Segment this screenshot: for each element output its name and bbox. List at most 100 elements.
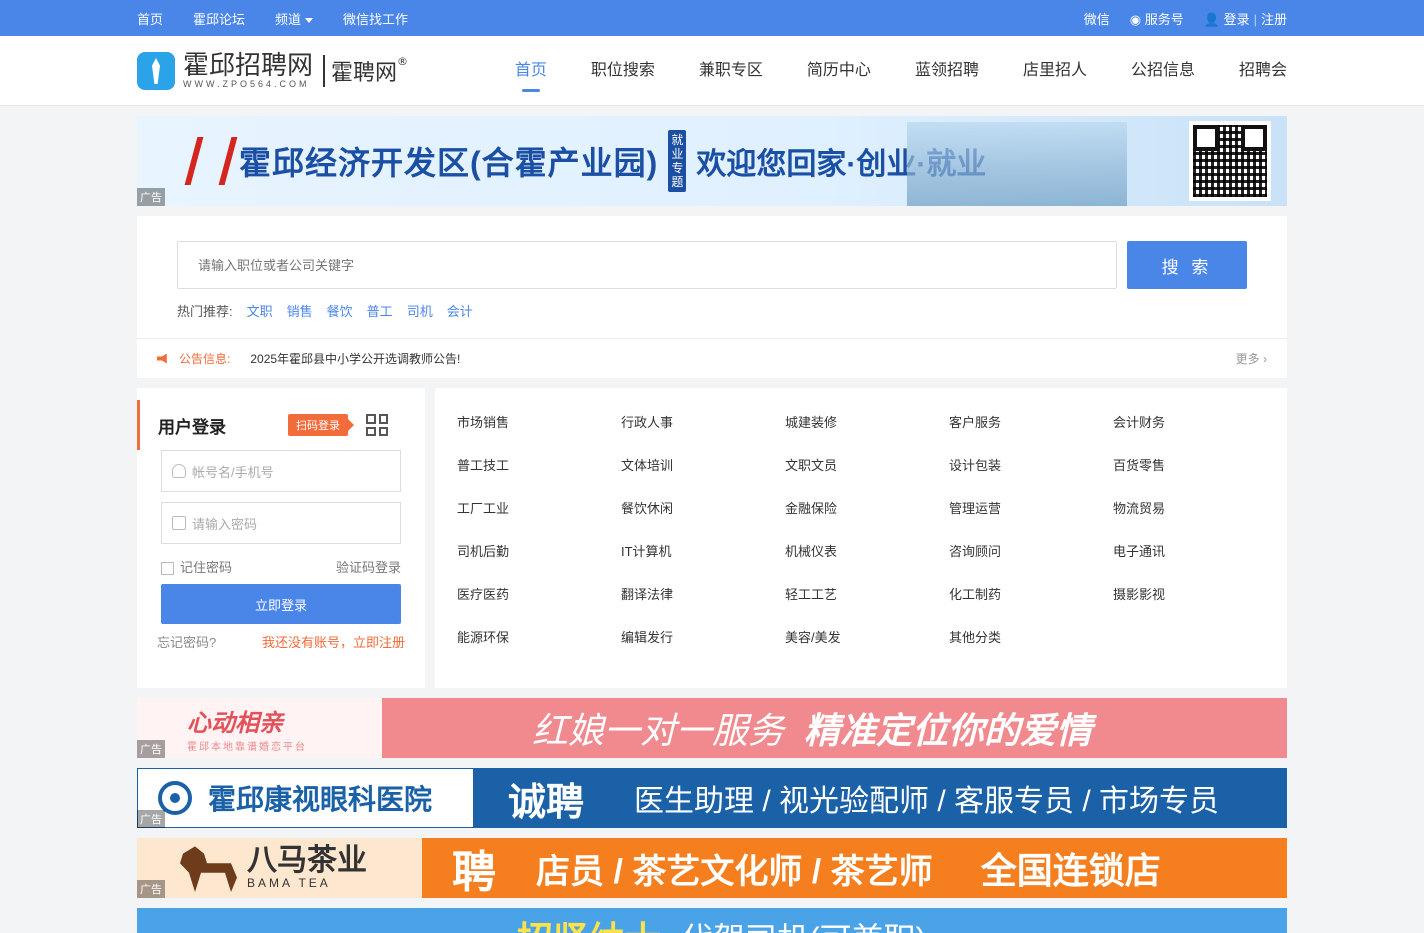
login-button[interactable]: 立即登录 <box>161 584 401 624</box>
scan-login-tag[interactable]: 扫码登录 <box>288 414 354 436</box>
category-link[interactable]: 普工技工 <box>457 455 621 498</box>
ad-hospital[interactable]: 霍邱康视眼科医院 诚聘 医生助理 / 视光验配师 / 客服专员 / 市场专员 广… <box>137 768 1287 828</box>
ad-tea[interactable]: 八马茶业 BAMA TEA 聘 店员 / 茶艺文化师 / 茶艺师 全国连锁店 广… <box>137 838 1287 898</box>
notice-link[interactable]: 2025年霍邱县中小学公开选调教师公告! <box>250 350 460 367</box>
category-link[interactable]: 文体培训 <box>621 455 785 498</box>
category-link[interactable]: IT计算机 <box>621 541 785 584</box>
category-link[interactable]: 设计包装 <box>949 455 1113 498</box>
hot-keyword[interactable]: 销售 <box>287 301 313 320</box>
ad-tea-roles: 店员 / 茶艺文化师 / 茶艺师 <box>536 852 933 891</box>
category-link[interactable]: 能源环保 <box>457 627 621 670</box>
wechat-link[interactable]: 微信 <box>1084 9 1110 28</box>
top-link-home[interactable]: 首页 <box>137 9 163 28</box>
top-link-forum[interactable]: 霍邱论坛 <box>193 9 245 28</box>
lock-icon <box>172 516 186 530</box>
hot-keyword[interactable]: 餐饮 <box>327 301 353 320</box>
top-link-wechat-jobs[interactable]: 微信找工作 <box>343 9 408 28</box>
category-link[interactable]: 司机后勤 <box>457 541 621 584</box>
register-link[interactable]: 注册 <box>1261 12 1287 27</box>
nav-public-recruit[interactable]: 公招信息 <box>1109 36 1217 106</box>
category-link[interactable]: 电子通讯 <box>1113 541 1277 584</box>
nav-home[interactable]: 首页 <box>493 36 569 106</box>
hot-keywords: 热门推荐: 文职 销售 餐饮 普工 司机 会计 <box>177 289 1247 338</box>
ad-dating[interactable]: 心动相亲 霍邱本地靠谱婚恋平台 红娘一对一服务 精准定位你的爱情 广告 <box>137 698 1287 758</box>
category-link[interactable]: 客户服务 <box>949 412 1113 455</box>
nav-part-time[interactable]: 兼职专区 <box>677 36 785 106</box>
wechat-icon: ◉ <box>1129 11 1142 27</box>
brand2-text: 霍聘网 <box>331 61 398 86</box>
category-link[interactable]: 物流贸易 <box>1113 498 1277 541</box>
category-link[interactable]: 市场销售 <box>457 412 621 455</box>
notice-bar: 公告信息: 2025年霍邱县中小学公开选调教师公告! 更多 › <box>137 338 1287 378</box>
service-label: 服务号 <box>1144 11 1184 27</box>
category-link[interactable]: 化工制药 <box>949 584 1113 627</box>
category-link[interactable]: 城建装修 <box>785 412 949 455</box>
sms-login-link[interactable]: 验证码登录 <box>336 557 401 576</box>
category-link[interactable]: 餐饮休闲 <box>621 498 785 541</box>
search-input[interactable] <box>177 241 1117 289</box>
hot-keyword[interactable]: 会计 <box>447 301 473 320</box>
category-link[interactable]: 医疗医药 <box>457 584 621 627</box>
category-link[interactable]: 百货零售 <box>1113 455 1277 498</box>
site-logo[interactable]: 霍邱招聘网 WWW.ZPO564.COM 霍聘网® <box>137 52 408 90</box>
ad-driver[interactable]: 招贤纳士 代驾司机(可兼职) <box>137 908 1287 933</box>
nav-store-hiring[interactable]: 店里招人 <box>1001 36 1109 106</box>
login-link[interactable]: 登录 <box>1224 12 1250 27</box>
nav-job-search[interactable]: 职位搜索 <box>569 36 677 106</box>
category-link[interactable]: 会计财务 <box>1113 412 1277 455</box>
search-panel: 搜 索 热门推荐: 文职 销售 餐饮 普工 司机 会计 公告信息: 2025年霍… <box>137 216 1287 378</box>
category-link[interactable]: 编辑发行 <box>621 627 785 670</box>
more-link[interactable]: 更多 › <box>1236 350 1267 367</box>
category-link[interactable]: 摄影影视 <box>1113 584 1277 627</box>
ad-hospital-roles: 医生助理 / 视光验配师 / 客服专员 / 市场专员 <box>634 785 1220 818</box>
banner-development-zone[interactable]: 霍邱经济开发区(合霍产业园) 就业专题 欢迎您回家·创业·就业 广告 <box>137 116 1287 206</box>
hot-label: 热门推荐: <box>177 304 233 319</box>
nav-job-fair[interactable]: 招聘会 <box>1217 36 1287 106</box>
hot-keyword[interactable]: 文职 <box>247 301 273 320</box>
category-link[interactable]: 管理运营 <box>949 498 1113 541</box>
username-field[interactable]: 帐号名/手机号 <box>161 450 401 492</box>
category-link[interactable]: 美容/美发 <box>785 627 949 670</box>
banner-title: 霍邱经济开发区(合霍产业园) <box>239 145 659 181</box>
ad-hospital-hire: 诚聘 <box>508 781 585 824</box>
search-button[interactable]: 搜 索 <box>1127 241 1247 289</box>
registered-mark: ® <box>397 55 409 68</box>
category-link[interactable]: 文职文员 <box>785 455 949 498</box>
nav-blue-collar[interactable]: 蓝领招聘 <box>893 36 1001 106</box>
logo-domain: WWW.ZPO564.COM <box>183 79 310 89</box>
service-account-link[interactable]: ◉ 服务号 <box>1130 9 1184 28</box>
hot-keyword[interactable]: 司机 <box>407 301 433 320</box>
password-placeholder: 请输入密码 <box>192 516 258 532</box>
login-options: 记住密码 验证码登录 <box>161 554 401 578</box>
category-link[interactable]: 轻工工艺 <box>785 584 949 627</box>
hot-keyword[interactable]: 普工 <box>367 301 393 320</box>
ad-driver-headline: 招贤纳士 <box>517 911 661 933</box>
ad-dating-subtitle: 霍邱本地靠谱婚恋平台 <box>187 742 307 753</box>
nav-resume-center[interactable]: 简历中心 <box>785 36 893 106</box>
password-field[interactable]: 请输入密码 <box>161 502 401 544</box>
ad-dating-slogan1: 红娘一对一服务 <box>532 710 785 751</box>
category-link[interactable]: 其他分类 <box>949 627 1113 670</box>
forgot-password-link[interactable]: 忘记密码? <box>157 632 216 651</box>
chevron-down-icon <box>305 17 314 23</box>
category-link[interactable]: 行政人事 <box>621 412 785 455</box>
ad-tea-brand: 八马茶业 BAMA TEA <box>137 838 422 898</box>
category-link[interactable]: 机械仪表 <box>785 541 949 584</box>
top-link-channel[interactable]: 频道 <box>275 9 314 28</box>
checkbox-icon <box>161 561 174 575</box>
remember-label: 记住密码 <box>180 559 233 575</box>
qr-code-icon[interactable] <box>366 414 388 436</box>
emblem-icon <box>183 133 229 189</box>
qr-code <box>1189 121 1271 201</box>
category-link[interactable]: 金融保险 <box>785 498 949 541</box>
remember-checkbox[interactable]: 记住密码 <box>161 557 232 576</box>
category-link[interactable]: 工厂工业 <box>457 498 621 541</box>
top-bar: 首页 霍邱论坛 频道 微信找工作 微信 ◉ 服务号 👤 登录 | 注册 <box>0 0 1424 36</box>
category-link[interactable]: 翻译法律 <box>621 584 785 627</box>
category-link[interactable]: 咨询顾问 <box>949 541 1113 584</box>
ad-dating-slogan2: 精准定位你的爱情 <box>804 710 1093 751</box>
job-categories: 市场销售 行政人事 城建装修 客户服务 会计财务 普工技工 文体培训 文职文员 … <box>435 388 1287 688</box>
ad-tea-chain: 全国连锁店 <box>980 850 1161 891</box>
register-now-link[interactable]: 我还没有账号，立即注册 <box>262 632 405 651</box>
ad-hospital-brand: 霍邱康视眼科医院 <box>137 768 474 828</box>
